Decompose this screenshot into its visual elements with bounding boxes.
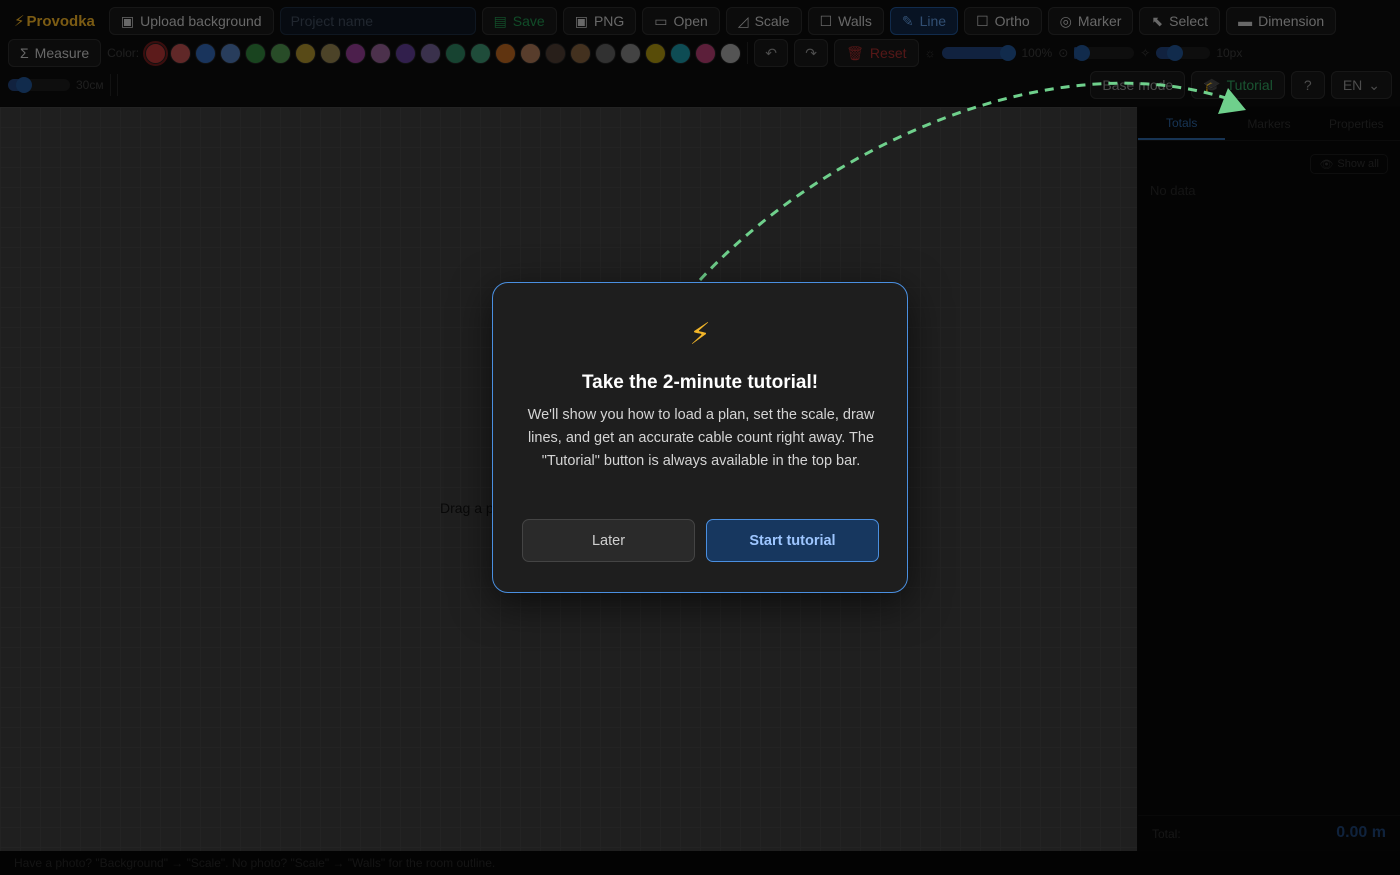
arrow-path xyxy=(698,81,1233,282)
tutorial-dialog: ⚡ Take the 2-minute tutorial! We'll show… xyxy=(492,282,908,593)
dialog-title: Take the 2-minute tutorial! xyxy=(581,372,819,393)
arrow-head xyxy=(1218,88,1246,114)
lightning-icon: ⚡ xyxy=(689,318,711,351)
dialog-body: We'll show you how to load a plan, set t… xyxy=(527,407,875,469)
later-button[interactable]: Later xyxy=(522,519,695,562)
app-root: ⚡ Provodka ▣ Upload background Project n… xyxy=(0,0,1400,875)
start-tutorial-button[interactable]: Start tutorial xyxy=(706,519,879,562)
